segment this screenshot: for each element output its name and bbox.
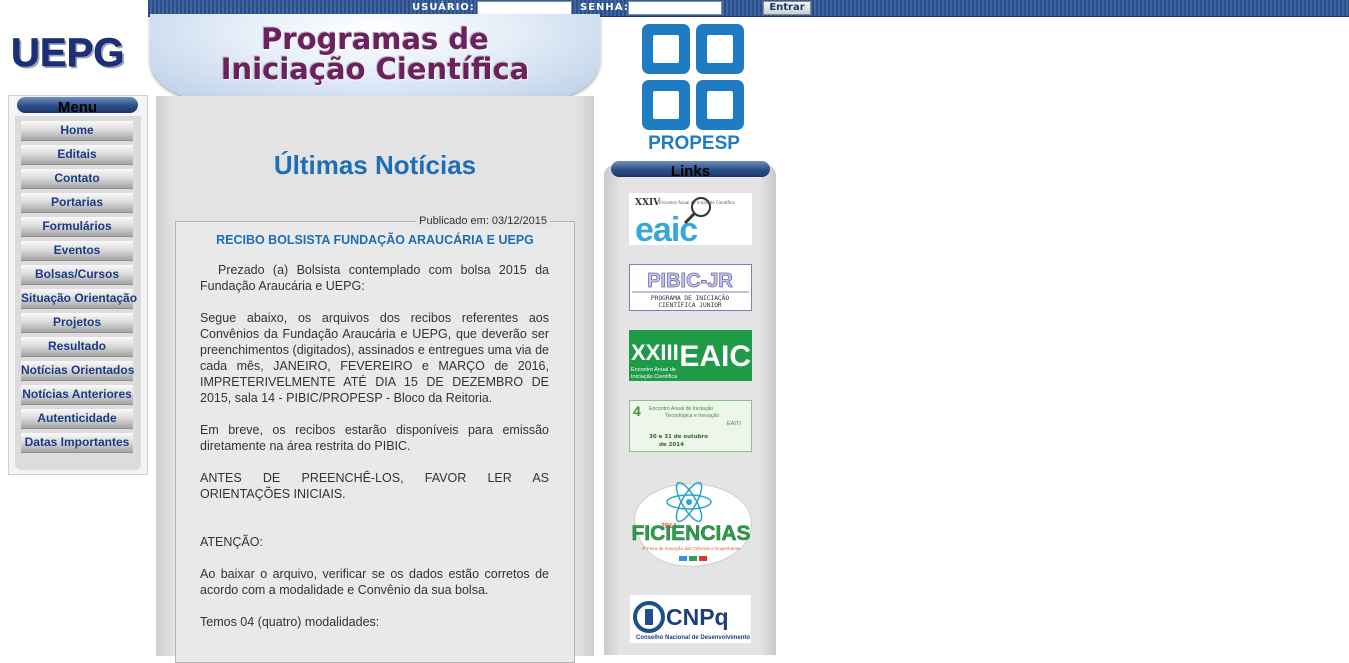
banner-title-line1: Programas de <box>261 22 489 56</box>
menu-item-editais[interactable]: Editais <box>21 145 133 165</box>
news-paragraph-2: Segue abaixo, os arquivos dos recibos re… <box>200 311 549 405</box>
news-paragraph-1: Prezado (a) Bolsista contemplado com bol… <box>200 263 549 293</box>
cnpq-banner[interactable]: CNPq Conselho Nacional de Desenvolviment… <box>630 595 751 643</box>
uepg-logo-text: UEPG <box>11 31 124 75</box>
news-heading: Últimas Notícias <box>273 150 477 180</box>
cnpq-logotype: CNPq <box>666 604 729 630</box>
header-banner: Programas de Iniciação Científica <box>150 14 600 100</box>
ficiencias-subtitle: 3ª Feira de Inovação das Ciências e Enge… <box>642 546 741 551</box>
eaic-xxiii-logotype: EAIC <box>679 340 751 373</box>
menu-title: Menu <box>57 99 98 116</box>
user-label: USUÁRIO: <box>412 2 475 13</box>
menu-item-autenticidade[interactable]: Autenticidade <box>21 409 133 429</box>
eaic-xxiii-subtitle-1: Encontro Anual de <box>631 367 676 373</box>
pibic-jr-subtitle-1: PROGRAMA DE INICIAÇÃO <box>651 293 730 302</box>
login-button[interactable]: Entrar <box>763 1 811 15</box>
propesp-squares-icon <box>642 24 744 130</box>
menu-item-datas-importantes[interactable]: Datas Importantes <box>21 433 133 453</box>
news-paragraph-3: Em breve, os recibos estarão disponíveis… <box>200 423 549 453</box>
pibic-jr-logotype: PIBIC-JR <box>647 270 733 292</box>
ficiencias-banner[interactable]: 2014 FICIENCIAS 3ª Feira de Inovação das… <box>625 474 757 572</box>
pibic-jr-subtitle-2: CIENTÍFICA JUNIOR <box>658 300 722 309</box>
flags-icon <box>679 556 707 561</box>
menu-item-situacao-orientacao[interactable]: Situação Orientação <box>21 289 137 309</box>
news-paragraph-5: ATENÇÃO: <box>200 535 263 549</box>
menu-item-formularios[interactable]: Formulários <box>21 217 133 237</box>
menu-item-noticias-orientados[interactable]: Notícias Orientados <box>21 361 134 381</box>
eaic-xxiii-banner[interactable]: XXIII EAIC Encontro Anual de Iniciação C… <box>629 330 752 381</box>
password-label: SENHA: <box>580 2 629 13</box>
news-paragraph-6: Ao baixar o arquivo, verificar se os dad… <box>200 567 549 597</box>
menu-item-projetos[interactable]: Projetos <box>21 313 133 333</box>
menu-item-eventos[interactable]: Eventos <box>21 241 133 261</box>
eaiti-banner[interactable]: 4 Encontro Anual de Iniciação Tecnológic… <box>629 400 752 452</box>
eaic-xxiii-roman: XXIII <box>631 340 679 365</box>
menu-item-bolsas-cursos[interactable]: Bolsas/Cursos <box>21 265 133 285</box>
menu-item-portarias[interactable]: Portarias <box>21 193 133 213</box>
menu-item-noticias-anteriores[interactable]: Notícias Anteriores <box>21 385 133 405</box>
eaiti-date-2: de 2014 <box>659 442 684 448</box>
menu-item-home[interactable]: Home <box>21 121 133 141</box>
eaic-xxiv-logotype: eaic <box>635 211 697 245</box>
published-date: Publicado em: 03/12/2015 <box>416 215 550 227</box>
eaiti-acronym: EAITI <box>727 421 741 427</box>
links-title-bar: Links <box>611 161 770 180</box>
ficiencias-logotype: FICIENCIAS <box>631 522 750 545</box>
password-input[interactable] <box>628 1 722 15</box>
eaiti-number: 4 <box>633 403 641 419</box>
eaic-xxiv-banner[interactable]: XXIV Encontro Anual de Iniciação Científ… <box>629 193 752 245</box>
eaiti-subtitle-2: Tecnológica e Inovação <box>665 413 719 419</box>
menu-item-contato[interactable]: Contato <box>21 169 133 189</box>
sidebar-menu: Menu Home Editais Contato Portarias Form… <box>8 95 148 475</box>
eaic-xxiii-subtitle-2: Iniciação Científica <box>631 374 678 380</box>
menu-title-bar: Menu <box>17 97 138 116</box>
news-paragraph-7: Temos 04 (quatro) modalidades: <box>200 615 380 629</box>
eaiti-date-1: 30 e 31 de outubro <box>649 434 708 440</box>
news-body: Prezado (a) Bolsista contemplado com bol… <box>200 262 549 630</box>
uepg-logo[interactable]: UEPG UEPG <box>10 30 142 75</box>
propesp-label: PROPESP <box>648 133 740 154</box>
links-title: Links <box>670 163 711 180</box>
news-paragraph-4: ANTES DE PREENCHÊ-LOS, FAVOR LER AS ORIE… <box>200 471 549 501</box>
eaic-xxiv-subtitle: Encontro Anual de Iniciação Científica <box>659 200 735 205</box>
eaiti-subtitle-1: Encontro Anual de Iniciação <box>649 406 713 412</box>
pibic-jr-banner[interactable]: PIBIC-JR PROGRAMA DE INICIAÇÃO CIENTÍFIC… <box>629 264 752 311</box>
news-article: Publicado em: 03/12/2015 RECIBO BOLSISTA… <box>175 215 575 663</box>
cnpq-subtitle: Conselho Nacional de Desenvolvimento <box>636 635 750 641</box>
user-input[interactable] <box>477 1 572 15</box>
menu-item-resultado[interactable]: Resultado <box>21 337 133 357</box>
menu-list: Home Editais Contato Portarias Formulári… <box>15 116 141 470</box>
eaic-xxiv-roman: XXIV <box>635 198 661 208</box>
banner-title-line2: Iniciação Científica <box>220 52 530 86</box>
news-title[interactable]: RECIBO BOLSISTA FUNDAÇÃO ARAUCÁRIA E UEP… <box>176 233 574 247</box>
